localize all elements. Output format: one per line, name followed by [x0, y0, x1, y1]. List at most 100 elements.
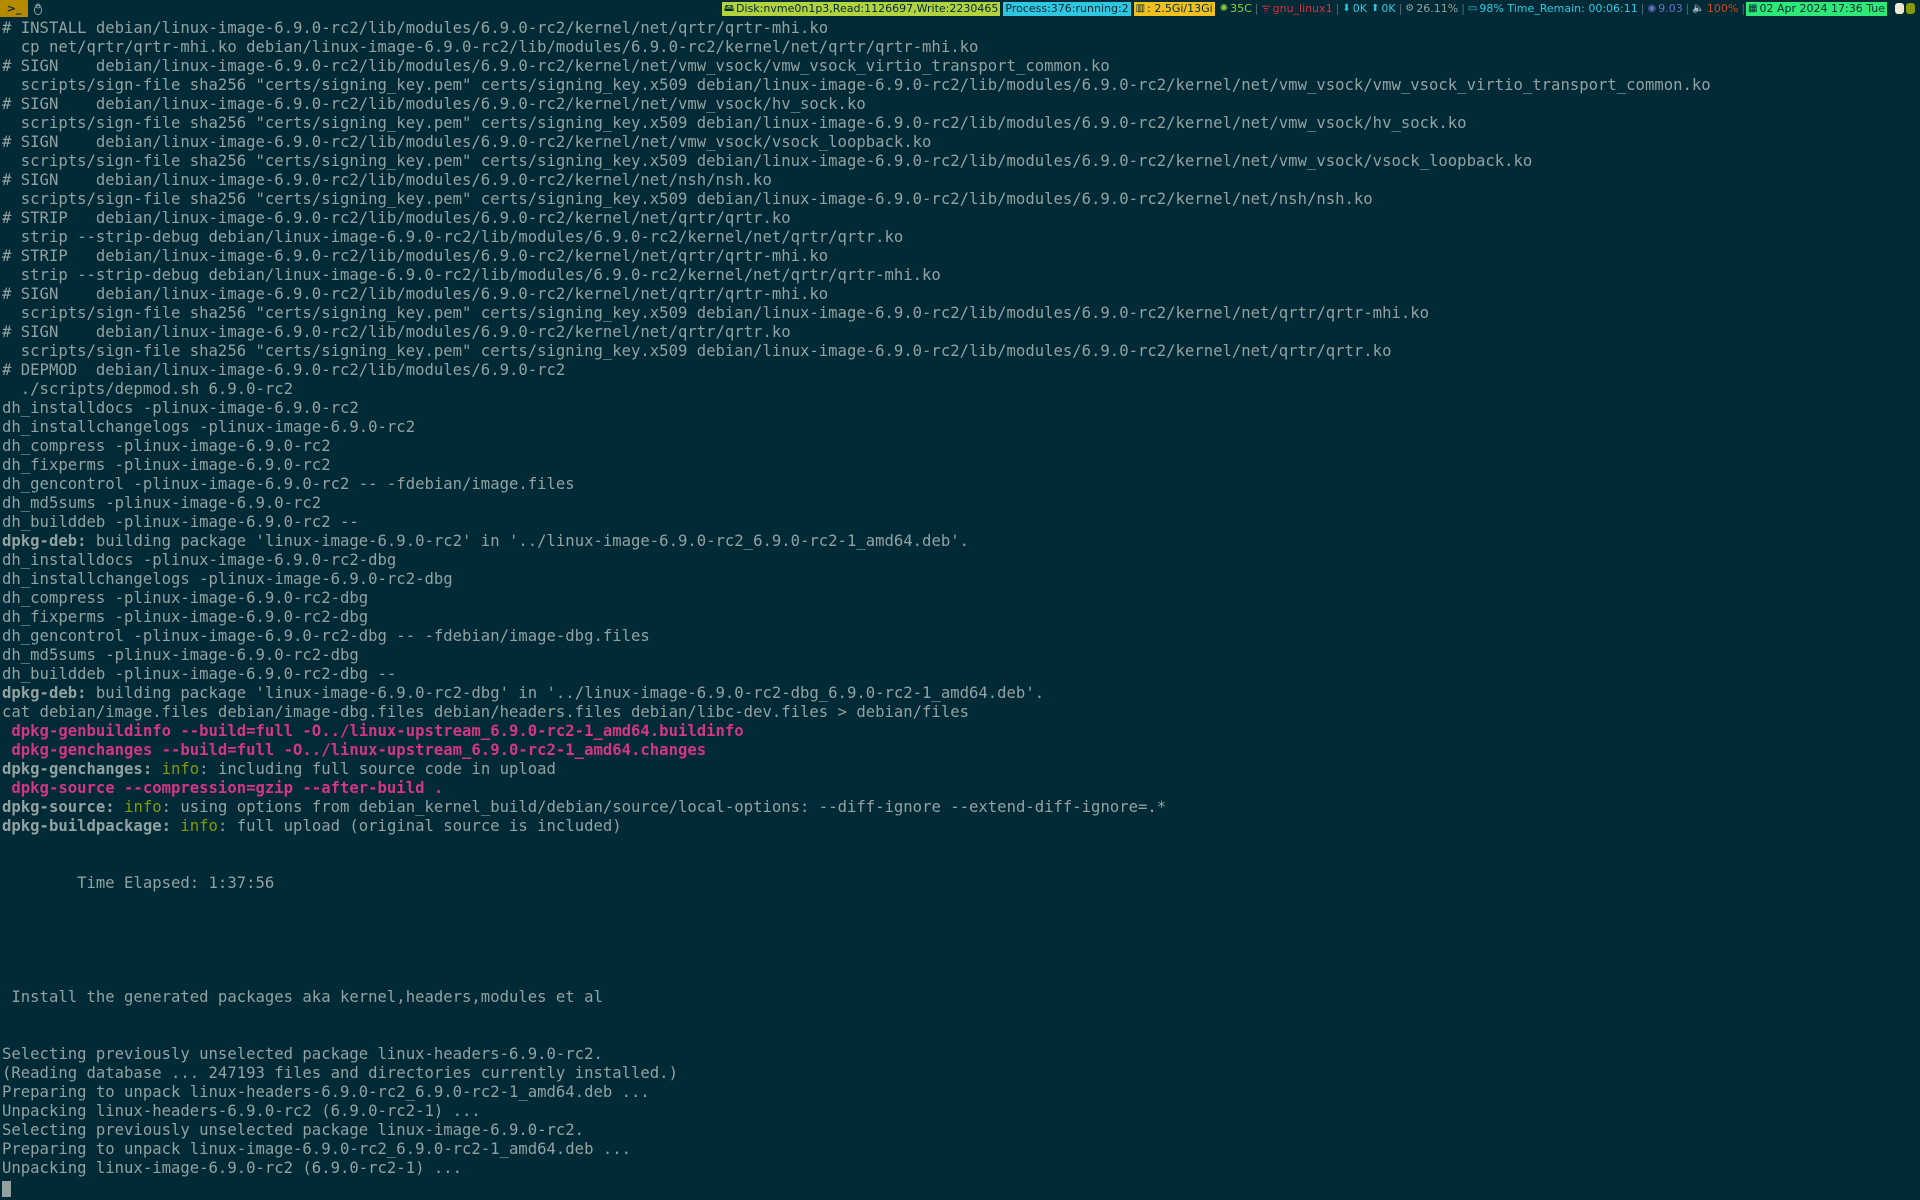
terminal-text-segment: scripts/sign-file sha256 "certs/signing_…: [2, 76, 1711, 94]
terminal-line: dh_md5sums -plinux-image-6.9.0-rc2: [2, 494, 1920, 513]
terminal-text-segment: : using options from debian_kernel_build…: [161, 798, 1167, 816]
terminal-line: dpkg-genbuildinfo --build=full -O../linu…: [2, 722, 1920, 741]
terminal-text-segment: # SIGN debian/linux-image-6.9.0-rc2/lib/…: [2, 285, 829, 303]
net-upload-widget: ⬆ 0K: [1369, 2, 1398, 16]
terminal-text-segment: dh_installchangelogs -plinux-image-6.9.0…: [2, 418, 416, 436]
temp-icon: ✺: [1219, 2, 1229, 14]
datetime-text: 02 Apr 2024 17:36 Tue: [1759, 1, 1886, 15]
terminal-text-segment: # STRIP debian/linux-image-6.9.0-rc2/lib…: [2, 209, 791, 227]
terminal-line: dpkg-genchanges: info: including full so…: [2, 760, 1920, 779]
battery-text: 98% Time_Remain: 00:06:11: [1479, 1, 1638, 15]
terminal-line: scripts/sign-file sha256 "certs/signing_…: [2, 304, 1920, 323]
download-icon: ⬇: [1342, 2, 1351, 14]
network-iface-text: gnu_linux1: [1272, 1, 1333, 15]
terminal-text-segment: # SIGN debian/linux-image-6.9.0-rc2/lib/…: [2, 133, 932, 151]
volume-widget[interactable]: 🔈 100%: [1690, 2, 1740, 16]
terminal-text-segment: dpkg-genchanges:: [2, 760, 153, 778]
terminal-line: dh_compress -plinux-image-6.9.0-rc2: [2, 437, 1920, 456]
terminal-text-segment: # DEPMOD debian/linux-image-6.9.0-rc2/li…: [2, 361, 566, 379]
datetime-widget[interactable]: ▦ 02 Apr 2024 17:36 Tue: [1746, 1, 1887, 16]
wifi-icon: ᯤ: [1261, 2, 1271, 14]
process-widget: Process:376:running:2: [1003, 1, 1131, 16]
disk-widget: 🖴 Disk:nvme0n1p3,Read:1126697,Write:2230…: [721, 1, 1001, 16]
terminal-line: dpkg-deb: building package 'linux-image-…: [2, 684, 1920, 703]
terminal-text-segment: Time Elapsed: 1:37:56: [2, 874, 275, 892]
terminal-line: dh_fixperms -plinux-image-6.9.0-rc2-dbg: [2, 608, 1920, 627]
tux-icon[interactable]: [28, 0, 48, 17]
disk-icon: 🖴: [723, 2, 735, 14]
load-widget: ◉ 9.03: [1645, 2, 1684, 16]
terminal-text-segment: building package 'linux-image-6.9.0-rc2'…: [86, 532, 969, 550]
terminal-text-segment: dh_gencontrol -plinux-image-6.9.0-rc2 --…: [2, 475, 575, 493]
terminal-line: scripts/sign-file sha256 "certs/signing_…: [2, 342, 1920, 361]
temperature-text: 35C: [1230, 1, 1252, 15]
upload-icon: ⬆: [1370, 2, 1380, 14]
load-icon: ◉: [1647, 2, 1657, 14]
terminal-line: Selecting previously unselected package …: [2, 1121, 1920, 1140]
terminal-line: Install the generated packages aka kerne…: [2, 988, 1920, 1007]
terminal-text-segment: strip --strip-debug debian/linux-image-6…: [2, 228, 904, 246]
terminal-line: scripts/sign-file sha256 "certs/signing_…: [2, 190, 1920, 209]
terminal-line: (Reading database ... 247193 files and d…: [2, 1064, 1920, 1083]
terminal-line: # INSTALL debian/linux-image-6.9.0-rc2/l…: [2, 19, 1920, 38]
terminal-text-segment: dh_builddeb -plinux-image-6.9.0-rc2-dbg …: [2, 665, 397, 683]
terminal-text-segment: ./scripts/depmod.sh 6.9.0-rc2: [2, 380, 294, 398]
terminal-text-segment: dh_builddeb -plinux-image-6.9.0-rc2 --: [2, 513, 359, 531]
terminal-text-segment: Unpacking linux-image-6.9.0-rc2 (6.9.0-r…: [2, 1159, 463, 1177]
terminal-line: # SIGN debian/linux-image-6.9.0-rc2/lib/…: [2, 95, 1920, 114]
terminal-text-segment: dpkg-genbuildinfo --build=full -O../linu…: [2, 722, 744, 740]
terminal-line: dh_md5sums -plinux-image-6.9.0-rc2-dbg: [2, 646, 1920, 665]
terminal-text-segment: dh_compress -plinux-image-6.9.0-rc2-dbg: [2, 589, 369, 607]
terminal-line: dh_installdocs -plinux-image-6.9.0-rc2-d…: [2, 551, 1920, 570]
terminal-line: # SIGN debian/linux-image-6.9.0-rc2/lib/…: [2, 323, 1920, 342]
terminal-line: dpkg-source --compression=gzip --after-b…: [2, 779, 1920, 798]
tray-app-icon[interactable]: [1906, 3, 1915, 14]
terminal-text-segment: # STRIP debian/linux-image-6.9.0-rc2/lib…: [2, 247, 829, 265]
terminal-line: # SIGN debian/linux-image-6.9.0-rc2/lib/…: [2, 133, 1920, 152]
terminal-text-segment: Selecting previously unselected package …: [2, 1121, 585, 1139]
terminal-line: Time Elapsed: 1:37:56: [2, 874, 1920, 893]
terminal-text-segment: scripts/sign-file sha256 "certs/signing_…: [2, 304, 1430, 322]
terminal-text-segment: strip --strip-debug debian/linux-image-6…: [2, 266, 941, 284]
terminal-line: dh_fixperms -plinux-image-6.9.0-rc2: [2, 456, 1920, 475]
terminal-text-segment: info: [124, 798, 162, 816]
terminal-output[interactable]: # INSTALL debian/linux-image-6.9.0-rc2/l…: [2, 19, 1920, 1178]
terminal-line: scripts/sign-file sha256 "certs/signing_…: [2, 114, 1920, 133]
terminal-text-segment: Install the generated packages aka kerne…: [2, 988, 603, 1006]
terminal-line: dpkg-source: info: using options from de…: [2, 798, 1920, 817]
terminal-line: dh_installchangelogs -plinux-image-6.9.0…: [2, 570, 1920, 589]
terminal-text-segment: scripts/sign-file sha256 "certs/signing_…: [2, 152, 1533, 170]
terminal-text-segment: dh_fixperms -plinux-image-6.9.0-rc2: [2, 456, 331, 474]
terminal-text-segment: cp net/qrtr/qrtr-mhi.ko debian/linux-ima…: [2, 38, 979, 56]
terminal-text-segment: (Reading database ... 247193 files and d…: [2, 1064, 678, 1082]
terminal-line: dh_gencontrol -plinux-image-6.9.0-rc2 --…: [2, 475, 1920, 494]
net-download-text: 0K: [1352, 1, 1367, 15]
terminal-line: # DEPMOD debian/linux-image-6.9.0-rc2/li…: [2, 361, 1920, 380]
terminal-text-segment: building package 'linux-image-6.9.0-rc2-…: [86, 684, 1045, 702]
memory-widget: ▥ : 2.5Gi/13Gi: [1133, 1, 1215, 16]
terminal-text-segment: dpkg-buildpackage:: [2, 817, 171, 835]
terminal-text-segment: dpkg-deb:: [2, 532, 87, 550]
terminal-line: cp net/qrtr/qrtr-mhi.ko debian/linux-ima…: [2, 38, 1920, 57]
cpu-widget: ⚙ 26.11%: [1403, 2, 1460, 16]
terminal-text-segment: # INSTALL debian/linux-image-6.9.0-rc2/l…: [2, 19, 829, 37]
terminal-text-segment: dh_compress -plinux-image-6.9.0-rc2: [2, 437, 331, 455]
terminal-line: scripts/sign-file sha256 "certs/signing_…: [2, 152, 1920, 171]
process-text: Process:376:running:2: [1005, 1, 1129, 15]
terminal-text-segment: Unpacking linux-headers-6.9.0-rc2 (6.9.0…: [2, 1102, 481, 1120]
terminal-text-segment: Preparing to unpack linux-headers-6.9.0-…: [2, 1083, 650, 1101]
terminal-launcher-button[interactable]: >_: [0, 0, 28, 17]
tray-app-icon[interactable]: [1895, 3, 1904, 14]
terminal-text-segment: dpkg-deb:: [2, 684, 87, 702]
terminal-line: strip --strip-debug debian/linux-image-6…: [2, 266, 1920, 285]
terminal-text-segment: dh_installchangelogs -plinux-image-6.9.0…: [2, 570, 453, 588]
